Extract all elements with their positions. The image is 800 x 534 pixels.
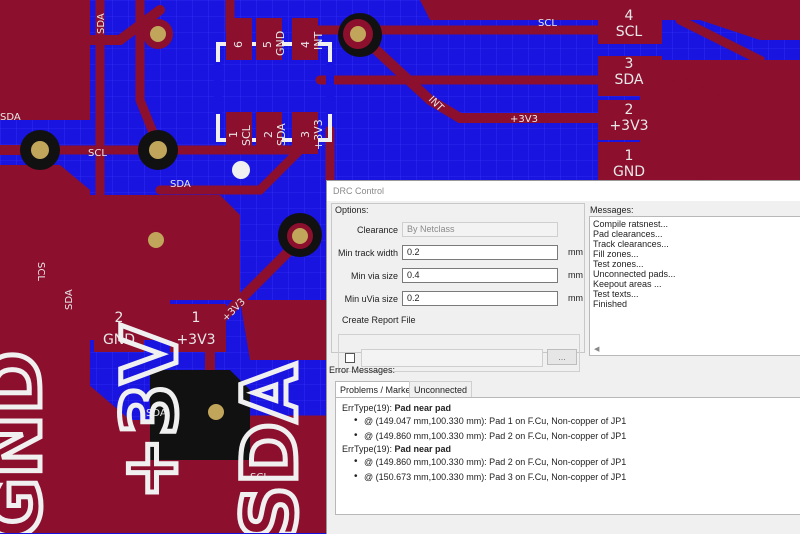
error-item[interactable]: @ (150.673 mm,100.330 mm): Pad 3 on F.Cu… bbox=[342, 470, 800, 485]
net-label-scl-vertical: SCL bbox=[35, 262, 46, 281]
error-item[interactable]: @ (149.047 mm,100.330 mm): Pad 1 on F.Cu… bbox=[342, 414, 800, 429]
net-label-v33-top: +3V3 bbox=[510, 114, 538, 125]
net-label-sda-mid: SDA bbox=[170, 179, 191, 190]
min-track-width-input[interactable]: 0.2 bbox=[402, 245, 558, 260]
error-item[interactable]: @ (149.860 mm,100.330 mm): Pad 2 on F.Cu… bbox=[342, 429, 800, 444]
conn-right-pin1-name: GND bbox=[613, 164, 645, 180]
net-label-sda-top: SDA bbox=[96, 13, 107, 34]
error-type: ErrType(19): bbox=[342, 444, 393, 454]
message-line: Keepout areas ... bbox=[593, 279, 662, 289]
silk-text-gnd: GND bbox=[0, 351, 58, 533]
tab-unconnected[interactable]: Unconnected bbox=[409, 381, 473, 397]
u1-pin6-num: 6 bbox=[232, 41, 245, 48]
net-label-scl-top: SCL bbox=[538, 18, 557, 29]
options-group: Clearance By Netclass Min track width 0.… bbox=[331, 203, 585, 372]
scroll-left-icon[interactable]: ◀ bbox=[594, 345, 599, 353]
create-report-checkbox[interactable] bbox=[345, 353, 355, 363]
error-item[interactable]: @ (149.860 mm,100.330 mm): Pad 2 on F.Cu… bbox=[342, 455, 800, 470]
min-track-width-unit: mm bbox=[568, 247, 583, 257]
min-uvia-size-unit: mm bbox=[568, 293, 583, 303]
browse-button[interactable]: ... bbox=[547, 349, 577, 365]
messages-list[interactable]: Compile ratsnest... Pad clearances... Tr… bbox=[589, 216, 800, 356]
u1-pin3-name: +3V3 bbox=[312, 119, 325, 150]
conn-left-pin2-num: 2 bbox=[115, 310, 124, 326]
min-via-size-input[interactable]: 0.4 bbox=[402, 268, 558, 283]
clearance-label: Clearance bbox=[356, 225, 398, 235]
conn-left-pin1-num: 1 bbox=[192, 310, 201, 326]
conn-right-pin1-num: 1 bbox=[625, 148, 634, 164]
clearance-field: By Netclass bbox=[402, 222, 558, 237]
min-track-width-label: Min track width bbox=[337, 248, 398, 258]
dialog-title: DRC Control bbox=[333, 186, 385, 196]
message-line: Finished bbox=[593, 299, 628, 309]
message-line: Pad clearances... bbox=[593, 229, 663, 239]
conn-right-pin3-name: SDA bbox=[615, 72, 644, 88]
net-label-scl-mid: SCL bbox=[88, 148, 107, 159]
min-uvia-size-label: Min uVia size bbox=[344, 294, 398, 304]
drc-control-dialog: DRC Control Options: Clearance By Netcla… bbox=[326, 180, 800, 534]
u1-pin1-num: 1 bbox=[227, 131, 240, 138]
conn-right-pin2-num: 2 bbox=[625, 102, 634, 118]
message-line: Compile ratsnest... bbox=[593, 219, 669, 229]
u1-pin5-num: 5 bbox=[261, 41, 274, 48]
message-line: Fill zones... bbox=[593, 249, 639, 259]
u1-pin3-num: 3 bbox=[299, 131, 312, 138]
u1-pin5-name: GND bbox=[274, 31, 287, 56]
error-messages-label: Error Messages: bbox=[329, 365, 396, 375]
message-line: Test texts... bbox=[593, 289, 639, 299]
messages-label: Messages: bbox=[590, 205, 634, 215]
conn-right-pin3-num: 3 bbox=[625, 56, 634, 72]
u1-pin1-name: SCL bbox=[240, 124, 253, 146]
message-line: Test zones... bbox=[593, 259, 644, 269]
conn-right-pin4-num: 4 bbox=[625, 8, 634, 24]
u1-pin4-num: 4 bbox=[299, 41, 312, 48]
u1-pin4-name: INT bbox=[312, 32, 325, 50]
report-file-label: Create Report File bbox=[342, 315, 416, 325]
u1-pin2-num: 2 bbox=[262, 131, 275, 138]
error-type: ErrType(19): bbox=[342, 403, 393, 413]
error-header[interactable]: ErrType(19): Pad near pad bbox=[342, 443, 800, 455]
min-via-size-unit: mm bbox=[568, 270, 583, 280]
error-title: Pad near pad bbox=[394, 444, 452, 454]
conn-right-pin4-name: SCL bbox=[616, 24, 643, 40]
u1-pin2-name: SDA bbox=[275, 123, 288, 146]
net-label-sda-left: SDA bbox=[0, 112, 21, 123]
min-uvia-size-input[interactable]: 0.2 bbox=[402, 291, 558, 306]
min-via-size-label: Min via size bbox=[350, 271, 398, 281]
message-line: Unconnected pads... bbox=[593, 269, 676, 279]
net-label-sda-vertical: SDA bbox=[64, 289, 75, 310]
dialog-title-bar[interactable]: DRC Control bbox=[327, 181, 800, 201]
error-list-panel[interactable]: ErrType(19): Pad near pad @ (149.047 mm,… bbox=[335, 397, 800, 515]
message-line: Track clearances... bbox=[593, 239, 669, 249]
error-title: Pad near pad bbox=[394, 403, 452, 413]
silk-text-v3: +3V bbox=[105, 324, 194, 500]
error-header[interactable]: ErrType(19): Pad near pad bbox=[342, 402, 800, 414]
silk-text-sda: SDA bbox=[225, 363, 314, 533]
conn-right-pin2-name: +3V3 bbox=[609, 118, 648, 134]
